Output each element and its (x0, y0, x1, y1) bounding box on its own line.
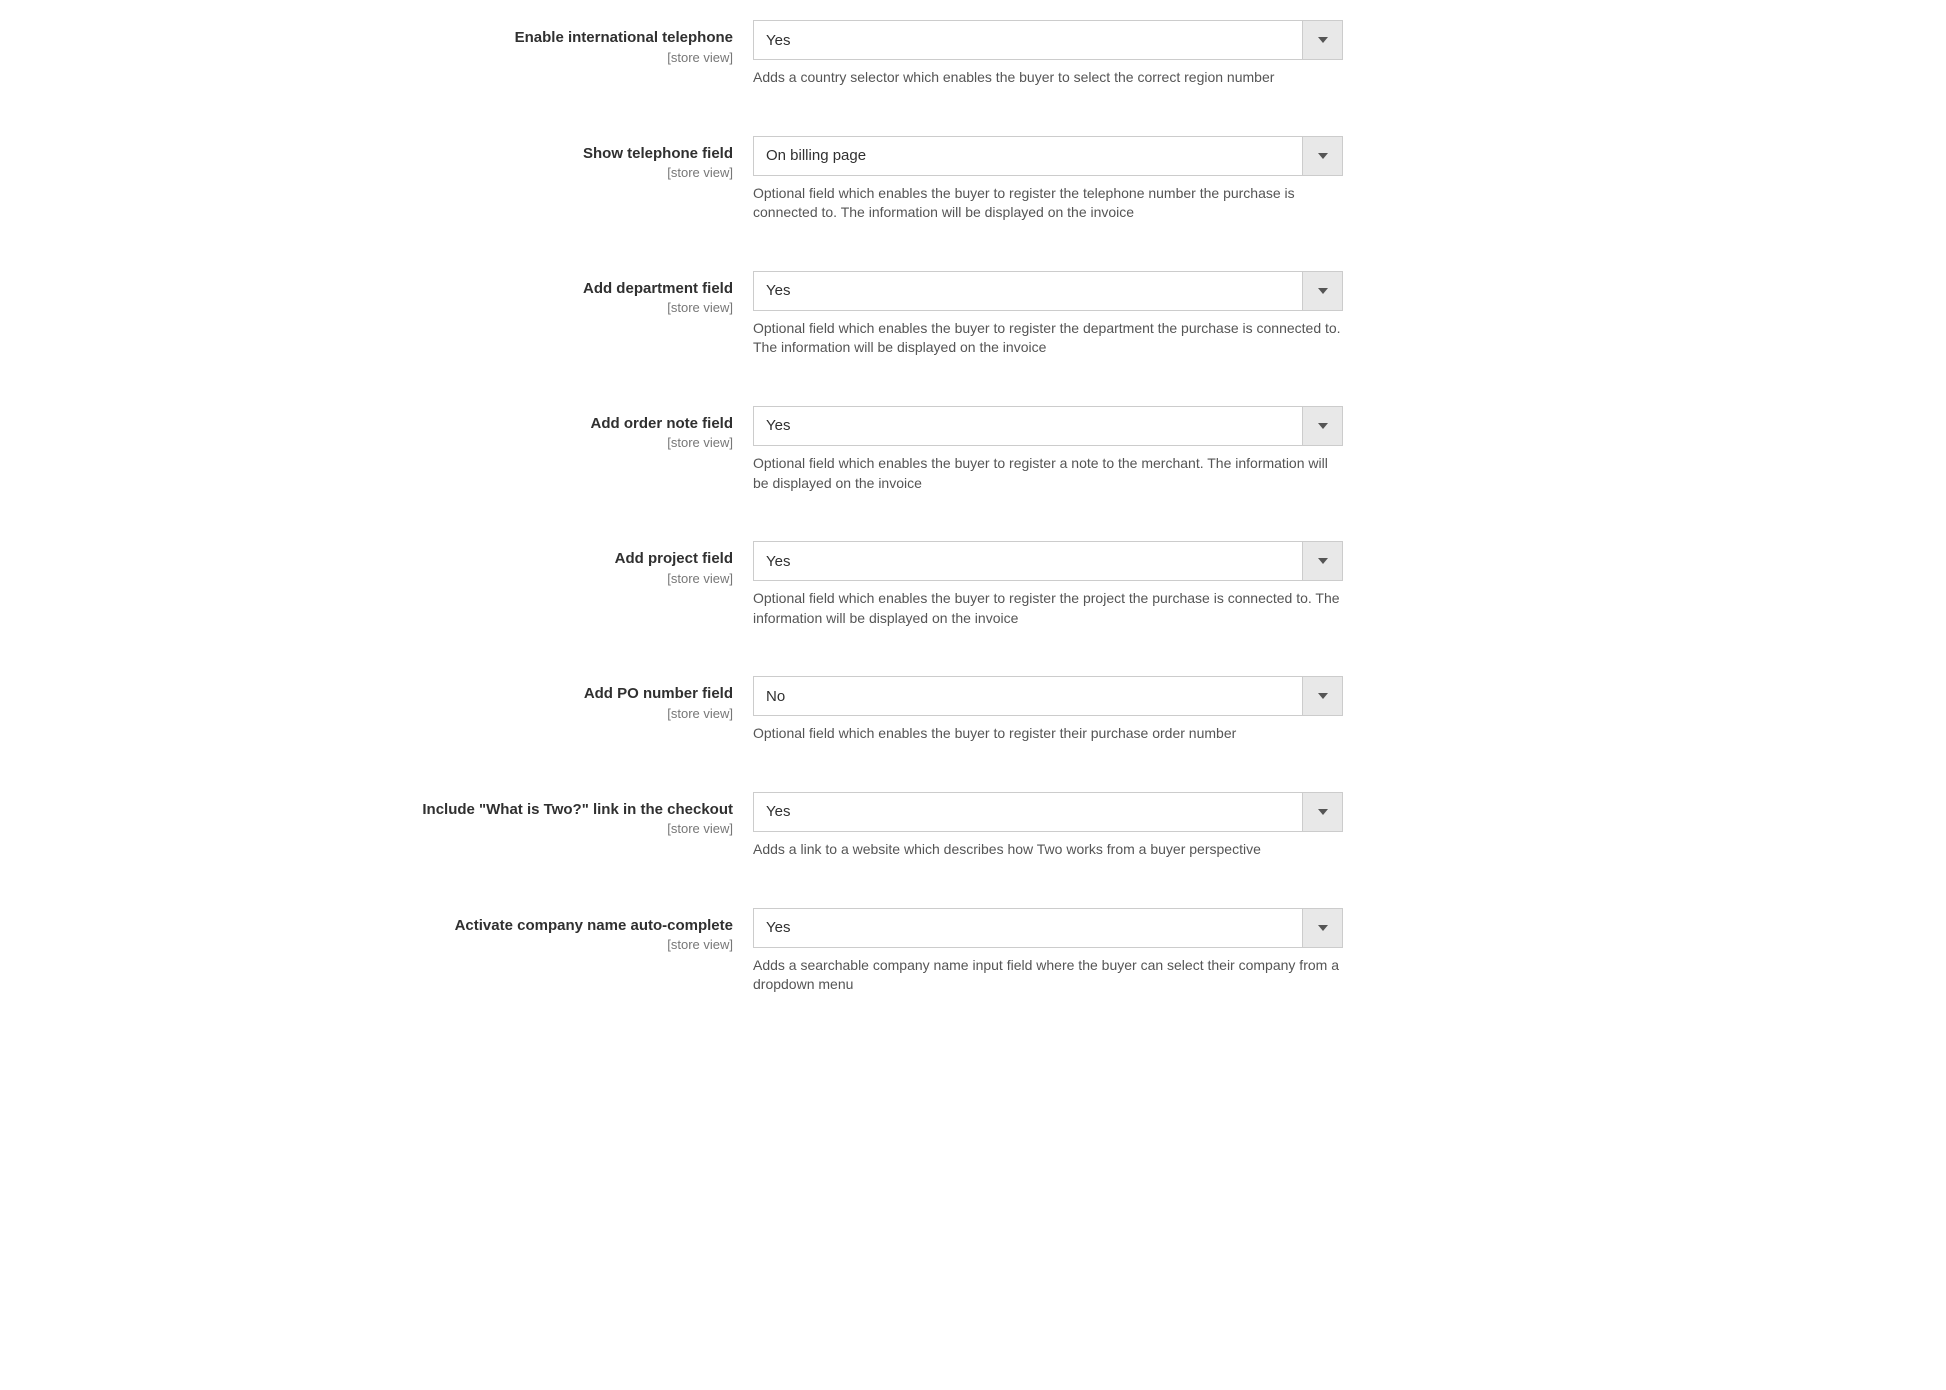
what-is-two-select[interactable]: Yes (753, 792, 1343, 832)
field-label: Enable international telephone (373, 28, 733, 48)
field-what-is-two: Include "What is Two?" link in the check… (373, 792, 1573, 860)
field-scope: [store view] (373, 571, 733, 586)
field-label-col: Activate company name auto-complete [sto… (373, 908, 753, 953)
intl-phone-select[interactable]: Yes (753, 20, 1343, 60)
chevron-down-icon (1302, 793, 1342, 831)
field-department: Add department field [store view] Yes Op… (373, 271, 1573, 358)
chevron-down-icon (1302, 677, 1342, 715)
chevron-down-icon (1302, 137, 1342, 175)
field-scope: [store view] (373, 937, 733, 952)
field-scope: [store view] (373, 706, 733, 721)
field-label-col: Add department field [store view] (373, 271, 753, 316)
field-label-col: Add project field [store view] (373, 541, 753, 586)
field-value-col: Yes Optional field which enables the buy… (753, 271, 1343, 358)
po-number-select[interactable]: No (753, 676, 1343, 716)
field-label: Add project field (373, 549, 733, 569)
field-intl-phone: Enable international telephone [store vi… (373, 20, 1573, 88)
field-value-col: Yes Adds a link to a website which descr… (753, 792, 1343, 860)
chevron-down-icon (1302, 21, 1342, 59)
chevron-down-icon (1302, 272, 1342, 310)
field-scope: [store view] (373, 165, 733, 180)
field-hint: Optional field which enables the buyer t… (753, 724, 1343, 744)
field-label: Include "What is Two?" link in the check… (373, 800, 733, 820)
chevron-down-icon (1302, 909, 1342, 947)
chevron-down-icon (1302, 542, 1342, 580)
field-show-phone: Show telephone field [store view] On bil… (373, 136, 1573, 223)
show-phone-select[interactable]: On billing page (753, 136, 1343, 176)
field-value-col: Yes Adds a searchable company name input… (753, 908, 1343, 995)
field-hint: Optional field which enables the buyer t… (753, 319, 1343, 358)
field-label: Add order note field (373, 414, 733, 434)
field-label-col: Include "What is Two?" link in the check… (373, 792, 753, 837)
field-hint: Optional field which enables the buyer t… (753, 589, 1343, 628)
field-label-col: Add order note field [store view] (373, 406, 753, 451)
project-select[interactable]: Yes (753, 541, 1343, 581)
select-value: Yes (754, 909, 1302, 947)
department-select[interactable]: Yes (753, 271, 1343, 311)
field-scope: [store view] (373, 50, 733, 65)
field-hint: Optional field which enables the buyer t… (753, 184, 1343, 223)
field-label: Add PO number field (373, 684, 733, 704)
field-po-number: Add PO number field [store view] No Opti… (373, 676, 1573, 744)
field-label: Add department field (373, 279, 733, 299)
field-label-col: Add PO number field [store view] (373, 676, 753, 721)
select-value: On billing page (754, 137, 1302, 175)
field-hint: Adds a searchable company name input fie… (753, 956, 1343, 995)
chevron-down-icon (1302, 407, 1342, 445)
field-hint: Optional field which enables the buyer t… (753, 454, 1343, 493)
field-value-col: Yes Optional field which enables the buy… (753, 541, 1343, 628)
order-note-select[interactable]: Yes (753, 406, 1343, 446)
field-scope: [store view] (373, 821, 733, 836)
field-order-note: Add order note field [store view] Yes Op… (373, 406, 1573, 493)
field-label: Activate company name auto-complete (373, 916, 733, 936)
field-label-col: Enable international telephone [store vi… (373, 20, 753, 65)
select-value: Yes (754, 21, 1302, 59)
field-value-col: Yes Adds a country selector which enable… (753, 20, 1343, 88)
company-autocomplete-select[interactable]: Yes (753, 908, 1343, 948)
field-hint: Adds a link to a website which describes… (753, 840, 1343, 860)
field-value-col: No Optional field which enables the buye… (753, 676, 1343, 744)
field-value-col: Yes Optional field which enables the buy… (753, 406, 1343, 493)
field-label-col: Show telephone field [store view] (373, 136, 753, 181)
field-company-autocomplete: Activate company name auto-complete [sto… (373, 908, 1573, 995)
select-value: Yes (754, 542, 1302, 580)
field-hint: Adds a country selector which enables th… (753, 68, 1343, 88)
select-value: No (754, 677, 1302, 715)
select-value: Yes (754, 272, 1302, 310)
field-scope: [store view] (373, 435, 733, 450)
field-label: Show telephone field (373, 144, 733, 164)
field-value-col: On billing page Optional field which ena… (753, 136, 1343, 223)
select-value: Yes (754, 407, 1302, 445)
select-value: Yes (754, 793, 1302, 831)
field-scope: [store view] (373, 300, 733, 315)
field-project: Add project field [store view] Yes Optio… (373, 541, 1573, 628)
settings-form: Enable international telephone [store vi… (373, 20, 1573, 995)
